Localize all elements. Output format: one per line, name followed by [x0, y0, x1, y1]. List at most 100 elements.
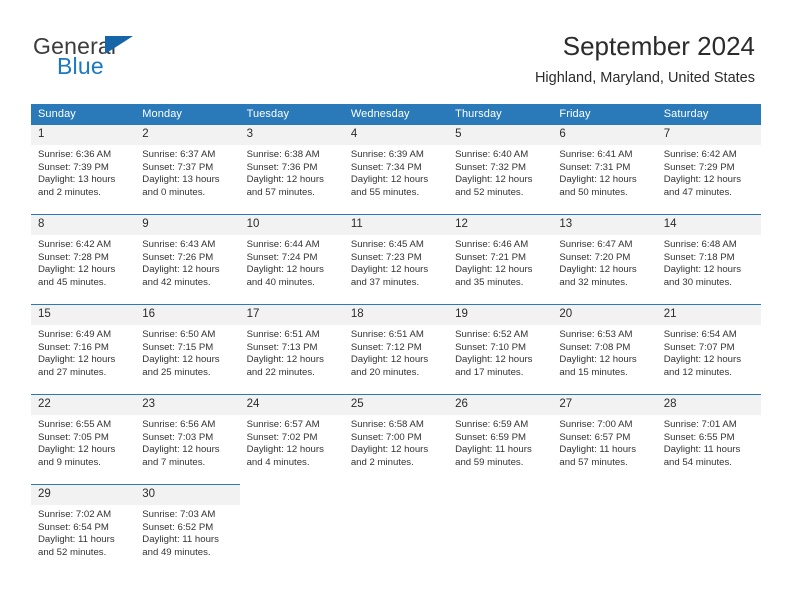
- day-number: 27: [552, 395, 657, 415]
- day-number: [552, 485, 656, 505]
- sunset-text: Sunset: 6:54 PM: [38, 521, 109, 533]
- day-number: 14: [656, 215, 761, 235]
- day-cell[interactable]: 24 Sunrise: 6:57 AM Sunset: 7:02 PM Dayl…: [239, 394, 344, 485]
- day-cell-empty: [343, 484, 449, 574]
- sunrise-text: Sunrise: 6:40 AM: [455, 149, 529, 160]
- day-details: Sunrise: 6:43 AM Sunset: 7:26 PM Dayligh…: [135, 235, 239, 289]
- day-details: Sunrise: 6:57 AM Sunset: 7:02 PM Dayligh…: [240, 415, 344, 469]
- sunset-text: Sunset: 7:26 PM: [142, 251, 214, 263]
- day-details: Sunrise: 6:58 AM Sunset: 7:00 PM Dayligh…: [344, 415, 448, 469]
- day-cell[interactable]: 9 Sunrise: 6:43 AM Sunset: 7:26 PM Dayli…: [135, 214, 240, 305]
- day-number: 26: [448, 395, 553, 415]
- day-details: Sunrise: 6:59 AM Sunset: 6:59 PM Dayligh…: [448, 415, 552, 469]
- daylight-text-line1: Daylight: 12 hours: [246, 354, 324, 366]
- day-cell[interactable]: 18 Sunrise: 6:51 AM Sunset: 7:12 PM Dayl…: [343, 304, 449, 395]
- day-cell[interactable]: 3 Sunrise: 6:38 AM Sunset: 7:36 PM Dayli…: [239, 125, 344, 215]
- day-cell[interactable]: 15 Sunrise: 6:49 AM Sunset: 7:16 PM Dayl…: [31, 304, 136, 395]
- daylight-text-line1: Daylight: 12 hours: [142, 444, 220, 456]
- day-cell[interactable]: 23 Sunrise: 6:56 AM Sunset: 7:03 PM Dayl…: [135, 394, 240, 485]
- sunset-text: Sunset: 7:39 PM: [38, 161, 109, 173]
- day-number: [344, 485, 448, 505]
- day-cell[interactable]: 7 Sunrise: 6:42 AM Sunset: 7:29 PM Dayli…: [656, 125, 761, 215]
- general-blue-logo[interactable]: General Blue: [33, 33, 263, 83]
- daylight-text-line1: Daylight: 12 hours: [350, 354, 429, 366]
- day-number: 5: [448, 125, 553, 145]
- daylight-text-line2: and 7 minutes.: [142, 456, 206, 468]
- daylight-text-line2: and 54 minutes.: [663, 456, 732, 468]
- sunset-text: Sunset: 7:20 PM: [559, 251, 631, 263]
- daylight-text-line1: Daylight: 13 hours: [142, 174, 220, 186]
- column-header-thursday: Thursday: [448, 104, 553, 125]
- day-cell[interactable]: 26 Sunrise: 6:59 AM Sunset: 6:59 PM Dayl…: [448, 394, 553, 485]
- sunset-text: Sunset: 7:18 PM: [663, 251, 735, 263]
- day-number: 20: [552, 305, 657, 325]
- day-cell[interactable]: 4 Sunrise: 6:39 AM Sunset: 7:34 PM Dayli…: [343, 125, 449, 215]
- day-number: [657, 485, 761, 505]
- day-cell[interactable]: 16 Sunrise: 6:50 AM Sunset: 7:15 PM Dayl…: [135, 304, 240, 395]
- day-cell[interactable]: 2 Sunrise: 6:37 AM Sunset: 7:37 PM Dayli…: [135, 125, 240, 215]
- daylight-text-line1: Daylight: 13 hours: [38, 174, 116, 186]
- day-details: Sunrise: 6:53 AM Sunset: 7:08 PM Dayligh…: [552, 325, 656, 379]
- day-cell[interactable]: 5 Sunrise: 6:40 AM Sunset: 7:32 PM Dayli…: [448, 125, 553, 215]
- daylight-text-line2: and 52 minutes.: [455, 186, 524, 198]
- day-cell-empty: [448, 484, 553, 574]
- day-cell[interactable]: 17 Sunrise: 6:51 AM Sunset: 7:13 PM Dayl…: [239, 304, 344, 395]
- day-cell[interactable]: 10 Sunrise: 6:44 AM Sunset: 7:24 PM Dayl…: [239, 214, 344, 305]
- sunset-text: Sunset: 7:15 PM: [142, 341, 214, 353]
- sunset-text: Sunset: 7:28 PM: [38, 251, 109, 263]
- day-cell[interactable]: 30 Sunrise: 7:03 AM Sunset: 6:52 PM Dayl…: [135, 484, 240, 574]
- sunset-text: Sunset: 7:13 PM: [246, 341, 318, 353]
- sunset-text: Sunset: 7:16 PM: [38, 341, 109, 353]
- sunrise-text: Sunrise: 6:42 AM: [663, 149, 737, 160]
- daylight-text-line2: and 27 minutes.: [38, 366, 107, 378]
- calendar-grid: Sunday Monday Tuesday Wednesday Thursday…: [31, 104, 761, 574]
- day-cell[interactable]: 20 Sunrise: 6:53 AM Sunset: 7:08 PM Dayl…: [552, 304, 657, 395]
- day-details: Sunrise: 6:38 AM Sunset: 7:36 PM Dayligh…: [240, 145, 344, 199]
- day-number: 15: [31, 305, 136, 325]
- daylight-text-line1: Daylight: 12 hours: [559, 264, 637, 276]
- day-cell[interactable]: 19 Sunrise: 6:52 AM Sunset: 7:10 PM Dayl…: [448, 304, 553, 395]
- day-cell[interactable]: 22 Sunrise: 6:55 AM Sunset: 7:05 PM Dayl…: [31, 394, 136, 485]
- daylight-text-line1: Daylight: 12 hours: [350, 264, 429, 276]
- sunrise-text: Sunrise: 7:00 AM: [559, 419, 633, 430]
- day-details: Sunrise: 7:00 AM Sunset: 6:57 PM Dayligh…: [552, 415, 656, 469]
- day-cell[interactable]: 14 Sunrise: 6:48 AM Sunset: 7:18 PM Dayl…: [656, 214, 761, 305]
- day-cell[interactable]: 21 Sunrise: 6:54 AM Sunset: 7:07 PM Dayl…: [656, 304, 761, 395]
- sunset-text: Sunset: 7:34 PM: [350, 161, 422, 173]
- day-details: Sunrise: 6:49 AM Sunset: 7:16 PM Dayligh…: [31, 325, 135, 379]
- day-cell[interactable]: 1 Sunrise: 6:36 AM Sunset: 7:39 PM Dayli…: [31, 125, 136, 215]
- daylight-text-line2: and 47 minutes.: [663, 186, 732, 198]
- day-cell[interactable]: 29 Sunrise: 7:02 AM Sunset: 6:54 PM Dayl…: [31, 484, 136, 574]
- daylight-text-line2: and 49 minutes.: [142, 546, 211, 558]
- day-details: Sunrise: 7:02 AM Sunset: 6:54 PM Dayligh…: [31, 505, 135, 559]
- sunset-text: Sunset: 6:55 PM: [663, 431, 735, 443]
- daylight-text-line1: Daylight: 12 hours: [142, 264, 220, 276]
- day-details: Sunrise: 6:46 AM Sunset: 7:21 PM Dayligh…: [448, 235, 552, 289]
- day-number: 6: [552, 125, 657, 145]
- sunrise-text: Sunrise: 6:46 AM: [455, 239, 529, 250]
- daylight-text-line1: Daylight: 12 hours: [663, 174, 742, 186]
- day-cell-empty: [656, 484, 761, 574]
- sunrise-text: Sunrise: 6:53 AM: [559, 329, 633, 340]
- day-cell[interactable]: 6 Sunrise: 6:41 AM Sunset: 7:31 PM Dayli…: [552, 125, 657, 215]
- sunrise-text: Sunrise: 6:39 AM: [350, 149, 424, 160]
- day-cell[interactable]: 12 Sunrise: 6:46 AM Sunset: 7:21 PM Dayl…: [448, 214, 553, 305]
- day-cell[interactable]: 25 Sunrise: 6:58 AM Sunset: 7:00 PM Dayl…: [343, 394, 449, 485]
- calendar-week-row: 15 Sunrise: 6:49 AM Sunset: 7:16 PM Dayl…: [31, 304, 761, 395]
- sunset-text: Sunset: 7:23 PM: [350, 251, 422, 263]
- day-cell[interactable]: 28 Sunrise: 7:01 AM Sunset: 6:55 PM Dayl…: [656, 394, 761, 485]
- daylight-text-line1: Daylight: 12 hours: [455, 264, 533, 276]
- day-number: 22: [31, 395, 136, 415]
- daylight-text-line1: Daylight: 11 hours: [663, 444, 741, 456]
- daylight-text-line1: Daylight: 12 hours: [455, 354, 533, 366]
- day-cell[interactable]: 8 Sunrise: 6:42 AM Sunset: 7:28 PM Dayli…: [31, 214, 136, 305]
- day-cell[interactable]: 11 Sunrise: 6:45 AM Sunset: 7:23 PM Dayl…: [343, 214, 449, 305]
- daylight-text-line2: and 17 minutes.: [455, 366, 524, 378]
- day-number: 28: [656, 395, 761, 415]
- sunrise-text: Sunrise: 6:52 AM: [455, 329, 529, 340]
- day-number: 29: [31, 485, 136, 505]
- day-cell[interactable]: 27 Sunrise: 7:00 AM Sunset: 6:57 PM Dayl…: [552, 394, 657, 485]
- day-cell[interactable]: 13 Sunrise: 6:47 AM Sunset: 7:20 PM Dayl…: [552, 214, 657, 305]
- title-block: September 2024 Highland, Maryland, Unite…: [535, 30, 755, 87]
- location-subtitle: Highland, Maryland, United States: [534, 70, 755, 86]
